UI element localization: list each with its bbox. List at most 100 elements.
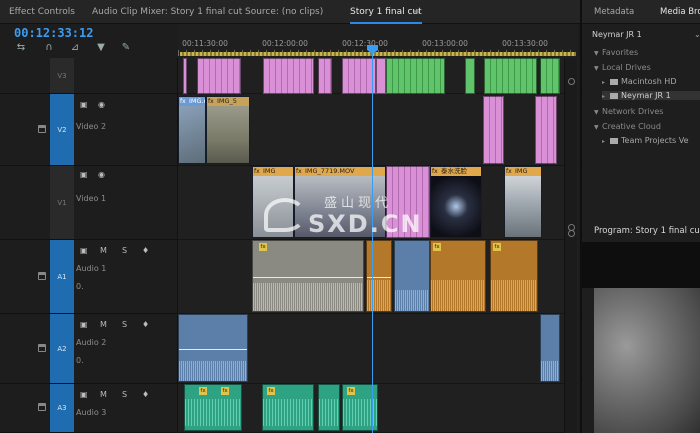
tree-label: Network Drives [602,107,664,116]
add-marker-icon[interactable]: ▼ [94,42,108,54]
audio-clip[interactable]: fx [252,240,364,312]
volume-keyline[interactable] [253,277,363,278]
microphone-icon[interactable]: ♦ [142,246,149,255]
sync-lock-icon[interactable]: ▣ [80,320,88,329]
playhead-timecode[interactable]: 00:12:33:12 [14,26,93,40]
audio-clip[interactable]: fx [490,240,538,312]
audio-clip[interactable] [394,240,430,312]
audio-clip[interactable] [178,314,248,382]
tree-network-drives[interactable]: ▼ Network Drives [594,107,700,116]
audio-clip[interactable]: fx fx [184,384,242,431]
volume-keyline[interactable] [367,277,391,278]
solo-button[interactable]: S [122,390,127,399]
wrench-settings-icon[interactable]: ✎ [119,42,133,54]
track-target-v3[interactable]: V3 [50,58,74,93]
chevron-down-icon[interactable]: ⌄ [694,30,700,39]
insert-sequence-icon[interactable]: ⇆ [14,42,28,54]
solo-button[interactable]: S [122,320,127,329]
clip[interactable] [318,58,332,94]
clip[interactable]: IMG.mp4 [178,96,206,164]
tree-macintosh-hd[interactable]: ▸ Macintosh HD [602,77,700,86]
clip[interactable]: IMG_5 [206,96,250,164]
microphone-icon[interactable]: ♦ [142,320,149,329]
clip[interactable] [535,96,557,164]
clip[interactable]: 泰水洗脸 [430,166,482,238]
tab-source[interactable]: Source: (no clips) [245,0,323,24]
sync-lock-icon[interactable]: ▣ [80,246,88,255]
clip[interactable] [197,58,241,94]
tab-media-browser[interactable]: Media Brow [660,0,700,24]
scroll-handle-icon[interactable] [568,78,575,85]
track-source-a3[interactable]: A3 [50,384,74,432]
microphone-icon[interactable]: ♦ [142,390,149,399]
fx-badge: fx [199,387,207,395]
chevron-down-icon: ▼ [594,109,599,116]
volume-keyline[interactable] [179,349,247,350]
clip[interactable] [386,166,430,238]
timeline-tracks[interactable]: IMG.mp4 IMG_5 IMG IMG_7719.MOV 泰水洗脸 IMG [178,58,578,433]
track-headers: V3 V2 ▣ ◉ Video 2 V1 ▣ ◉ Video 1 A1 ▣ M … [0,58,178,433]
mute-button[interactable]: M [100,390,107,399]
clip[interactable] [386,58,445,94]
track-source-v1[interactable]: V1 [50,166,74,239]
lock-icon[interactable] [38,403,46,411]
track-volume[interactable]: 0. [76,356,84,365]
lock-icon[interactable] [38,271,46,280]
audio-clip[interactable] [366,240,392,312]
eye-icon[interactable]: ◉ [98,100,105,109]
fx-badge: fx [347,387,355,395]
mute-button[interactable]: M [100,246,107,255]
tab-effect-controls[interactable]: Effect Controls [9,0,75,24]
ruler-label: 00:11:30:00 [182,39,228,48]
tab-metadata[interactable]: Metadata [594,0,634,24]
sync-lock-icon[interactable]: ▣ [80,170,88,179]
tab-audio-clip-mixer[interactable]: Audio Clip Mixer: Story 1 final cut [92,0,242,24]
linked-selection-icon[interactable]: ⊿ [68,42,82,54]
clip[interactable]: IMG [504,166,542,238]
clip-thumbnail [431,176,481,237]
program-monitor-title[interactable]: Program: Story 1 final cut [594,226,700,236]
fx-badge: fx [267,387,275,395]
tree-neymar-drive[interactable]: ▸ Neymar JR 1 [602,91,700,100]
clip[interactable] [465,58,475,94]
clip[interactable] [376,58,386,94]
program-monitor-frame[interactable] [594,288,700,433]
eye-icon[interactable]: ◉ [98,170,105,179]
clip[interactable] [540,58,560,94]
track-source-v2[interactable]: V2 [50,94,74,165]
clip[interactable] [342,58,376,94]
mute-button[interactable]: M [100,320,107,329]
timeline-scrollbar[interactable] [564,58,577,433]
tree-local-drives[interactable]: ▼ Local Drives [594,63,700,72]
lock-icon[interactable] [38,343,46,352]
clip[interactable] [183,58,187,94]
tab-menu-icon[interactable]: ≡ [413,0,420,24]
sync-lock-icon[interactable]: ▣ [80,100,88,109]
work-area-bar[interactable] [180,52,576,56]
tree-team-projects[interactable]: ▸ Team Projects Ve [602,136,700,145]
solo-button[interactable]: S [122,246,127,255]
track-volume[interactable]: 0. [76,282,84,291]
tree-favorites[interactable]: ▼ Favorites [594,48,700,57]
snap-magnet-icon[interactable]: ∩ [42,42,56,54]
clip[interactable]: IMG [252,166,294,238]
clip[interactable] [263,58,314,94]
audio-clip[interactable]: fx [430,240,486,312]
lane-v3 [178,58,578,94]
scroll-handle-icon[interactable] [568,230,575,237]
lock-icon[interactable] [38,124,46,133]
clip[interactable] [484,58,537,94]
clip[interactable] [483,96,504,164]
track-source-a1[interactable]: A1 [50,240,74,313]
audio-clip[interactable] [318,384,340,431]
tab-sequence[interactable]: Story 1 final cut [350,0,422,24]
tree-label: Neymar JR 1 [621,91,671,100]
track-source-a2[interactable]: A2 [50,314,74,383]
clip-title: IMG [505,167,541,176]
playhead-line[interactable] [372,50,373,433]
tree-creative-cloud[interactable]: ▼ Creative Cloud [594,122,700,131]
folder-dropdown[interactable]: Neymar JR 1 [592,30,700,39]
sync-lock-icon[interactable]: ▣ [80,390,88,399]
audio-clip[interactable]: fx [262,384,314,431]
audio-clip[interactable] [540,314,560,382]
